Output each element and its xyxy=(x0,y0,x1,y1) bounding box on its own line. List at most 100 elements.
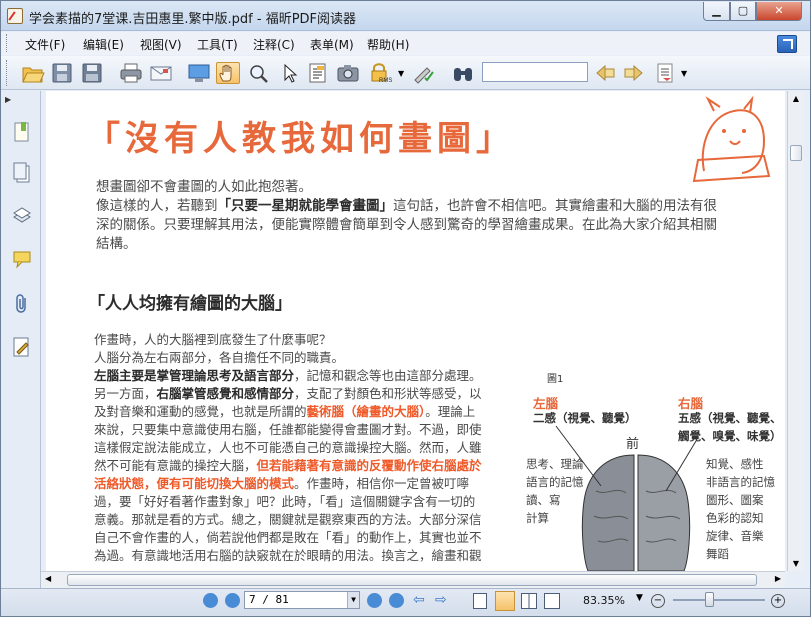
intro-line-2a: 像這樣的人，若聽到 xyxy=(96,198,218,214)
facing-page-icon[interactable] xyxy=(521,593,537,609)
previous-page-icon[interactable] xyxy=(225,593,240,608)
right-note: 知覺、感性 xyxy=(706,457,764,471)
zoom-dropdown-icon[interactable]: ▼ xyxy=(636,593,643,603)
front-label: 前 xyxy=(626,437,640,452)
next-page-icon[interactable] xyxy=(367,593,382,608)
binoculars-icon[interactable] xyxy=(451,62,475,84)
scroll-down-icon[interactable]: ▼ xyxy=(788,559,804,568)
email-icon[interactable] xyxy=(149,62,173,84)
menu-forms[interactable]: 表单(M) xyxy=(310,36,354,53)
menu-help[interactable]: 帮助(H) xyxy=(367,36,409,53)
zoom-in-icon[interactable]: + xyxy=(771,594,785,608)
snapshot-icon[interactable] xyxy=(336,62,360,84)
zoom-out-icon[interactable]: − xyxy=(651,594,665,608)
body-line-1: 作畫時，人的大腦裡到底發生了什麼事呢？ xyxy=(94,332,332,347)
menu-grip[interactable] xyxy=(6,34,9,52)
save-icon[interactable] xyxy=(50,62,74,84)
save-as-icon[interactable] xyxy=(80,62,104,84)
attachments-icon[interactable] xyxy=(12,293,32,315)
menu-file[interactable]: 文件(F) xyxy=(25,36,65,53)
vertical-scroll-thumb[interactable] xyxy=(790,145,802,161)
zoom-tool-icon[interactable] xyxy=(247,62,271,84)
back-icon[interactable]: ⇦ xyxy=(413,592,425,608)
bookmarks-icon[interactable] xyxy=(12,121,32,143)
body-line-11: 意義。那就是看的方式。總之，關鍵就是觀察東西的方法。大部分深信 xyxy=(94,512,482,527)
menu-view[interactable]: 视图(V) xyxy=(140,36,182,53)
body-line-4b: 右腦掌管感覺和感情部分 xyxy=(156,386,295,401)
print-icon[interactable] xyxy=(119,62,143,84)
body-line-4: 另一方面，右腦掌管感覺和感情部分，支配了對顏色和形狀等感受，以 xyxy=(94,385,562,403)
fullscreen-icon[interactable] xyxy=(187,62,211,84)
right-note: 圖形、圖案 xyxy=(706,493,764,507)
right-brain-senses-2: 觸覺、嗅覺、味覺） xyxy=(678,429,782,443)
panel-collapse-icon[interactable]: ▶ xyxy=(5,95,11,104)
scroll-left-icon[interactable]: ◀ xyxy=(45,574,51,583)
zoom-level[interactable]: 83.35% xyxy=(583,594,625,607)
page-dropdown-icon[interactable]: ▼ xyxy=(347,592,359,608)
left-brain-senses: 二感（視覺、聽覺） xyxy=(533,411,637,425)
body-line-5: 及對音樂和運動的感覺，也就是所謂的藝術腦（繪畫的大腦）。理論上 xyxy=(94,403,562,421)
document-page[interactable]: 「沒有人教我如何畫圖」 想畫圖卻不會畫圖的人如此抱怨著。 像這樣的人，若聽到「只… xyxy=(46,91,785,571)
right-note: 非語言的記憶 xyxy=(706,475,775,489)
search-input[interactable] xyxy=(482,62,588,82)
search-options-icon[interactable] xyxy=(654,62,678,84)
horizontal-scroll-thumb[interactable] xyxy=(67,574,757,586)
continuous-page-icon[interactable] xyxy=(495,591,515,611)
scroll-up-icon[interactable]: ▲ xyxy=(788,94,804,103)
find-next-icon[interactable] xyxy=(622,62,646,84)
navigation-panel: ▶ xyxy=(1,91,41,588)
text-select-icon[interactable] xyxy=(306,62,330,84)
vertical-scrollbar[interactable]: ▲ ▼ xyxy=(787,91,804,571)
intro-line-3: 深的關係。只要理解其用法，便能實際體會簡單到令人感到驚奇的學習繪畫成果。在此為大… xyxy=(96,217,717,233)
figure-label: 圖1 xyxy=(547,374,564,385)
sign-icon[interactable] xyxy=(411,62,435,84)
hand-tool-icon[interactable] xyxy=(216,62,240,84)
body-line-2: 人腦分為左右兩部分，各自擔任不同的職責。 xyxy=(94,350,345,365)
restore-view-icon[interactable] xyxy=(777,35,797,53)
find-previous-icon[interactable] xyxy=(593,62,617,84)
search-options-dropdown-icon[interactable]: ▼ xyxy=(681,69,691,91)
maximize-button[interactable]: ▢ xyxy=(730,2,756,21)
title-bar[interactable]: 学会素描的7堂课.吉田惠里.繁中版.pdf - 福昕PDF阅读器 ▁ ▢ ✕ xyxy=(1,1,810,31)
body-line-8a: 然不可能有意識的操控大腦， xyxy=(94,458,257,473)
layers-icon[interactable] xyxy=(12,205,32,227)
menu-tools[interactable]: 工具(T) xyxy=(197,36,238,53)
continuous-facing-icon[interactable] xyxy=(544,593,560,609)
zoom-slider-thumb[interactable] xyxy=(705,592,714,607)
pages-icon[interactable] xyxy=(12,162,32,184)
close-button[interactable]: ✕ xyxy=(756,2,802,21)
zoom-slider-track[interactable] xyxy=(673,599,765,601)
menu-edit[interactable]: 编辑(E) xyxy=(83,36,124,53)
rms-lock-icon[interactable]: RMS xyxy=(368,62,392,84)
open-icon[interactable] xyxy=(21,62,45,84)
select-icon[interactable] xyxy=(277,62,301,84)
page-number-field[interactable]: 7 / 81 ▼ xyxy=(244,591,360,609)
last-page-icon[interactable] xyxy=(389,593,404,608)
forward-icon[interactable]: ⇨ xyxy=(435,592,447,608)
rms-dropdown-icon[interactable]: ▼ xyxy=(398,69,408,91)
horizontal-scrollbar[interactable]: ◀ ▶ xyxy=(41,571,785,588)
signatures-icon[interactable] xyxy=(12,336,32,358)
svg-text:RMS: RMS xyxy=(379,78,392,84)
intro-emphasis: 「只要一星期就能學會畫圖」 xyxy=(217,198,394,214)
body-line-3: 左腦主要是掌管理論思考及語言部分，記憶和觀念等也由這部分處理。 xyxy=(94,367,562,385)
comments-icon[interactable] xyxy=(12,249,32,271)
body-line-5a: 及對音樂和運動的感覺，也就是所謂的 xyxy=(94,404,307,419)
minimize-button[interactable]: ▁ xyxy=(703,2,730,21)
body-line-9a: 活絡狀態，便有可能切換大腦的模式 xyxy=(94,476,295,491)
menu-comments[interactable]: 注释(C) xyxy=(253,36,295,53)
scroll-right-icon[interactable]: ▶ xyxy=(775,574,781,583)
right-note: 舞蹈 xyxy=(706,547,729,561)
body-line-4a: 另一方面， xyxy=(94,386,157,401)
single-page-icon[interactable] xyxy=(473,593,487,609)
toolbar-grip[interactable] xyxy=(6,60,9,86)
first-page-icon[interactable] xyxy=(203,593,218,608)
intro-line-1: 想畫圖卻不會畫圖的人如此抱怨著。 xyxy=(96,179,312,195)
body-line-3b: ，記憶和觀念等也由這部分處理。 xyxy=(294,368,482,383)
body-line-4c: ，支配了對顏色和形狀等感受，以 xyxy=(294,386,482,401)
menu-bar: 文件(F) 编辑(E) 视图(V) 工具(T) 注释(C) 表单(M) 帮助(H… xyxy=(1,32,810,55)
body-line-12: 自己不會作畫的人，倘若說他們都是敗在「看」的動作上，其實也並不 xyxy=(94,530,482,545)
right-note: 色彩的認知 xyxy=(706,511,764,525)
body-line-8b: 但若能藉著有意識的反覆動作使右腦處於 xyxy=(256,458,482,473)
intro-line-2: 像這樣的人，若聽到「只要一星期就能學會畫圖」這句話，也許會不相信吧。其實繪畫和大… xyxy=(96,197,717,216)
